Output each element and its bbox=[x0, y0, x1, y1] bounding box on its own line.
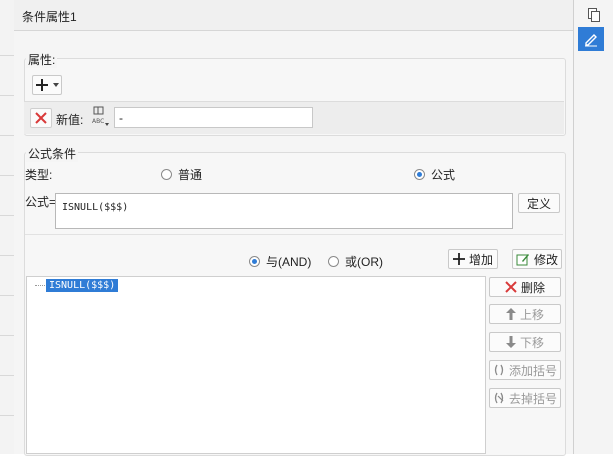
condition-tree[interactable]: ISNULL($$$) bbox=[26, 276, 486, 454]
svg-text:ABC: ABC bbox=[92, 118, 104, 125]
logic-radio-and[interactable]: 与(AND) bbox=[249, 253, 311, 270]
add-condition-button[interactable]: 增加 bbox=[448, 249, 498, 269]
radio-button-selected bbox=[249, 256, 260, 267]
chevron-down-icon bbox=[53, 83, 59, 87]
new-value-input[interactable]: - bbox=[114, 107, 313, 128]
format-button[interactable]: ABC bbox=[89, 105, 111, 127]
logic-radio-or[interactable]: 或(OR) bbox=[328, 253, 383, 270]
type-label: 类型: bbox=[25, 168, 53, 182]
formula-input[interactable]: ISNULL($$$) bbox=[55, 193, 513, 229]
move-down-button[interactable]: 下移 bbox=[489, 332, 561, 352]
right-sidebar bbox=[574, 0, 613, 454]
plus-icon bbox=[452, 253, 465, 265]
copy-button[interactable] bbox=[582, 4, 606, 26]
remove-bracket-button[interactable]: 去掉括号 bbox=[489, 388, 561, 408]
dialog-titlebar bbox=[14, 0, 573, 31]
add-property-dropdown[interactable] bbox=[32, 75, 62, 95]
move-up-button[interactable]: 上移 bbox=[489, 304, 561, 324]
remove-property-button[interactable] bbox=[30, 108, 52, 128]
edit-icon bbox=[585, 34, 597, 47]
formula-group-title: 公式条件 bbox=[26, 145, 79, 162]
remove-bracket-icon bbox=[494, 392, 504, 404]
add-bracket-button[interactable]: 添加括号 bbox=[489, 360, 561, 380]
type-radio-formula[interactable]: 公式 bbox=[414, 166, 455, 183]
bracket-icon bbox=[494, 364, 504, 376]
formula-label: 公式= bbox=[25, 195, 57, 209]
divider bbox=[25, 234, 563, 235]
dialog-title: 条件属性1 bbox=[22, 10, 77, 24]
edit-button[interactable] bbox=[578, 27, 604, 51]
condition-tree-item[interactable]: ISNULL($$$) bbox=[46, 279, 119, 292]
arrow-up-icon bbox=[505, 308, 516, 320]
format-icon: ABC bbox=[92, 106, 109, 126]
type-radio-normal[interactable]: 普通 bbox=[161, 166, 202, 183]
delete-x-icon bbox=[35, 112, 47, 124]
define-button[interactable]: 定义 bbox=[518, 193, 560, 213]
copy-icon bbox=[588, 8, 600, 22]
left-background-strip bbox=[0, 0, 15, 454]
modify-icon bbox=[516, 254, 529, 266]
delete-condition-button[interactable]: 删除 bbox=[489, 277, 561, 297]
radio-button bbox=[161, 169, 172, 180]
modify-condition-button[interactable]: 修改 bbox=[512, 249, 562, 269]
plus-icon bbox=[36, 79, 48, 91]
radio-button-selected bbox=[414, 169, 425, 180]
radio-button bbox=[328, 256, 339, 267]
delete-x-icon bbox=[505, 281, 517, 293]
new-value-label: 新值: bbox=[56, 113, 84, 127]
property-group-title: 属性: bbox=[26, 51, 58, 68]
arrow-down-icon bbox=[505, 336, 516, 348]
